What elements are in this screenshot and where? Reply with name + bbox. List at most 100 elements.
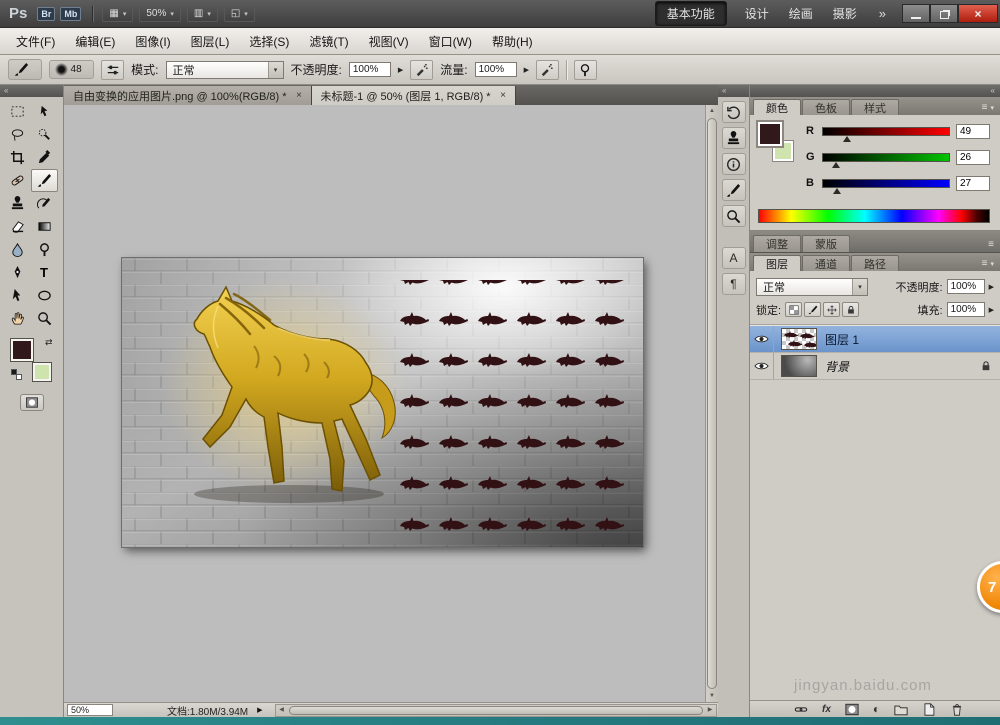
- menu-help[interactable]: 帮助(H): [482, 28, 543, 55]
- tool-preset-picker[interactable]: ▾: [8, 59, 42, 80]
- adjustment-layer-icon[interactable]: ◐: [873, 702, 880, 716]
- navigator-panel-button[interactable]: [722, 205, 746, 227]
- minimize-button[interactable]: [902, 4, 930, 23]
- zoom-input[interactable]: 50%: [67, 704, 113, 716]
- document-canvas[interactable]: [122, 258, 643, 547]
- paragraph-panel-button[interactable]: ¶: [722, 273, 746, 295]
- layer-opacity-spinner-icon[interactable]: ▶: [989, 283, 994, 291]
- tool-hand[interactable]: [4, 307, 31, 330]
- arrange-documents-button[interactable]: ▥ ▾: [187, 5, 218, 22]
- foreground-color-swatch[interactable]: [758, 122, 782, 146]
- document-tab-1[interactable]: 自由变换的应用图片.png @ 100%(RGB/8) * ×: [64, 86, 312, 105]
- menu-filter[interactable]: 滤镜(T): [299, 28, 358, 55]
- red-slider-marker[interactable]: [843, 136, 851, 142]
- horizontal-scroll-thumb[interactable]: [289, 706, 703, 715]
- tool-gradient[interactable]: [31, 215, 58, 238]
- green-value-input[interactable]: 26: [956, 150, 990, 165]
- screen-mode-button[interactable]: ◱ ▾: [224, 5, 255, 22]
- menu-file[interactable]: 文件(F): [6, 28, 65, 55]
- layer-thumbnail[interactable]: [781, 328, 817, 350]
- launcher-button[interactable]: ▦ ▾: [102, 5, 133, 22]
- fill-spinner-icon[interactable]: ▶: [989, 306, 994, 314]
- layer-row-background[interactable]: 背景: [750, 353, 1000, 380]
- quick-mask-button[interactable]: [20, 394, 44, 411]
- tool-history-brush[interactable]: [31, 192, 58, 215]
- close-button[interactable]: ×: [958, 4, 998, 23]
- flow-spinner-icon[interactable]: ▶: [524, 66, 529, 74]
- blend-mode-dropdown[interactable]: 正常 ▾: [166, 61, 284, 79]
- vertical-scroll-thumb[interactable]: [707, 118, 717, 689]
- blue-slider[interactable]: [822, 179, 950, 188]
- layer-visibility-toggle[interactable]: [750, 353, 774, 379]
- tool-ellipse-shape[interactable]: [31, 284, 58, 307]
- layer-row-1[interactable]: 图层 1: [750, 326, 1000, 353]
- workspace-overflow-icon[interactable]: »: [879, 6, 886, 21]
- bridge-icon[interactable]: Br: [37, 7, 55, 21]
- tab-paths[interactable]: 路径: [851, 255, 899, 271]
- vertical-scrollbar[interactable]: ▲ ▼: [705, 105, 718, 702]
- tool-pen[interactable]: [4, 261, 31, 284]
- menu-view[interactable]: 视图(V): [359, 28, 419, 55]
- tool-spot-healing-brush[interactable]: [4, 169, 31, 192]
- scroll-up-icon[interactable]: ▲: [706, 105, 718, 117]
- zoom-level-dropdown[interactable]: 50% ▾: [139, 5, 181, 22]
- delete-layer-icon[interactable]: [950, 703, 964, 716]
- tool-blur[interactable]: [4, 238, 31, 261]
- tab-channels[interactable]: 通道: [802, 255, 850, 271]
- layer-visibility-toggle[interactable]: [750, 326, 774, 352]
- blue-value-input[interactable]: 27: [956, 176, 990, 191]
- tool-crop[interactable]: [4, 146, 31, 169]
- lock-transparency-button[interactable]: [785, 302, 802, 317]
- info-panel-button[interactable]: [722, 153, 746, 175]
- new-layer-icon[interactable]: [922, 703, 936, 716]
- tab-styles[interactable]: 样式: [851, 99, 899, 115]
- scroll-down-icon[interactable]: ▼: [706, 690, 718, 702]
- tool-move[interactable]: [31, 100, 58, 123]
- add-layer-mask-icon[interactable]: [845, 703, 859, 716]
- color-spectrum-ramp[interactable]: [758, 209, 990, 223]
- foreground-color-swatch[interactable]: [11, 339, 33, 361]
- brush-preset-picker[interactable]: 48 ▾: [49, 60, 95, 79]
- new-group-icon[interactable]: [894, 703, 908, 716]
- airbrush-mode-button[interactable]: [536, 60, 559, 80]
- menu-layer[interactable]: 图层(L): [181, 28, 240, 55]
- menu-window[interactable]: 窗口(W): [419, 28, 482, 55]
- background-color-swatch[interactable]: [33, 363, 51, 381]
- close-tab-icon[interactable]: ×: [294, 90, 305, 101]
- green-slider-marker[interactable]: [832, 162, 840, 168]
- opacity-spinner-icon[interactable]: ▶: [398, 66, 403, 74]
- link-layers-icon[interactable]: [794, 703, 808, 716]
- mini-bridge-icon[interactable]: Mb: [60, 7, 81, 21]
- panel-menu-button[interactable]: ≡ ▾: [976, 258, 1000, 271]
- panel-menu-button[interactable]: ≡ ▾: [976, 102, 1000, 115]
- tablet-pressure-button[interactable]: [574, 60, 597, 80]
- canvas-pasteboard[interactable]: [64, 105, 705, 702]
- tab-masks[interactable]: 蒙版: [802, 235, 850, 252]
- panel-dock-header[interactable]: «: [750, 85, 1000, 97]
- layer-thumbnail[interactable]: [781, 355, 817, 377]
- tool-rectangular-marquee[interactable]: [4, 100, 31, 123]
- scroll-left-icon[interactable]: ◀: [276, 705, 288, 716]
- toolbox-header[interactable]: «: [0, 85, 63, 97]
- layer-style-icon[interactable]: fx: [822, 704, 831, 715]
- opacity-input[interactable]: 100%: [349, 62, 391, 77]
- close-tab-icon[interactable]: ×: [498, 90, 509, 101]
- horizontal-scrollbar[interactable]: ◀ ▶: [275, 704, 717, 717]
- history-panel-button[interactable]: [722, 101, 746, 123]
- workspace-painting[interactable]: 绘画: [787, 2, 815, 25]
- tool-path-selection[interactable]: [4, 284, 31, 307]
- flow-input[interactable]: 100%: [475, 62, 517, 77]
- layer-blend-mode-dropdown[interactable]: 正常 ▾: [756, 278, 868, 296]
- workspace-essentials[interactable]: 基本功能: [655, 1, 727, 26]
- airbrush-opacity-button[interactable]: [410, 60, 433, 80]
- status-popup-icon[interactable]: ▶: [257, 706, 262, 714]
- scroll-right-icon[interactable]: ▶: [704, 705, 716, 716]
- default-colors-icon[interactable]: [11, 369, 21, 379]
- tool-clone-stamp[interactable]: [4, 192, 31, 215]
- fill-input[interactable]: 100%: [947, 302, 985, 317]
- tab-color[interactable]: 颜色: [753, 99, 801, 115]
- lock-pixels-button[interactable]: [804, 302, 821, 317]
- layer-name[interactable]: 图层 1: [825, 331, 859, 348]
- tool-lasso[interactable]: [4, 123, 31, 146]
- tool-quick-selection[interactable]: [31, 123, 58, 146]
